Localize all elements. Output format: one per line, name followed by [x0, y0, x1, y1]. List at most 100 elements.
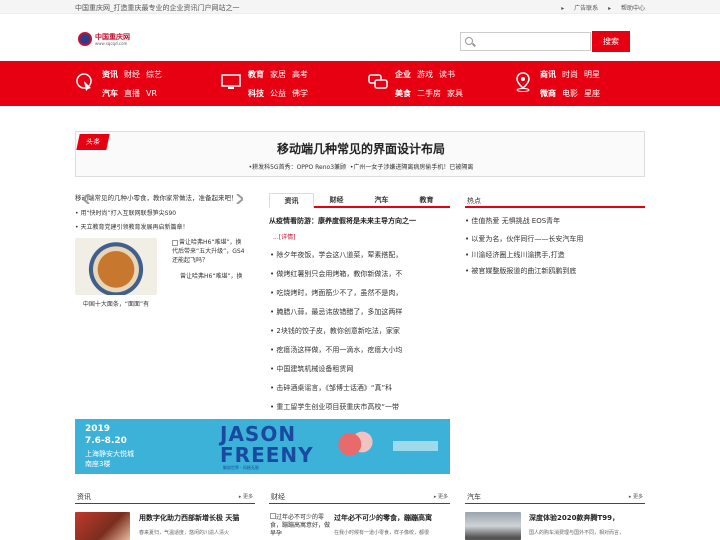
broken-image-caption[interactable]: 曾让哈弗H6“难堪”，换 [180, 271, 243, 280]
nav-link[interactable]: 科技 [248, 89, 264, 98]
hot-item[interactable]: • 佳值热爱 无惧挑战 EOS青年 [465, 216, 560, 226]
top-links: ▸ 广告联系 ▸ 帮助中心 [553, 3, 645, 12]
help-link[interactable]: ▸ 帮助中心 [608, 5, 645, 12]
news-item[interactable]: • 中国建筑机械设备租赁网 [270, 364, 353, 374]
news-item[interactable]: • 重工留学生创业项目获重庆市高校“一带 [270, 402, 399, 412]
section-title: 资讯 [77, 493, 91, 501]
news-item[interactable]: • 腌腊八蒜，最忌讳放错醋了，多加这两样 [270, 307, 402, 317]
section-auto-head[interactable]: 深度体验2020款奔腾T99， [529, 513, 619, 523]
news-item-label: 2块钱的饺子皮，教你创意新吃法，家家 [276, 327, 400, 335]
news-item-label: 疙瘩汤这样做，不用一滴水，疙瘩大小均 [276, 346, 403, 354]
hot-header: 热点 [465, 193, 645, 208]
nav-link[interactable]: 公益 [270, 89, 286, 98]
broken-alt-line: 还能起飞吗？ [172, 257, 209, 264]
nav-link[interactable]: 电影 [562, 89, 578, 98]
nav-link[interactable]: 明星 [584, 70, 600, 79]
section-more-link[interactable]: ▸ 更多 [629, 493, 643, 500]
headline-sub-link[interactable]: •广州一女子涉嫌进隔离病房偷手机！已被隔离 [350, 164, 474, 171]
slide-list-item[interactable]: • 用“快时尚”打入互联网联想笋尖S90 [75, 208, 176, 217]
section-news: 资讯 ▸ 更多 [75, 489, 255, 504]
more-label: 更多 [437, 494, 448, 500]
broken-image-alt[interactable]: 曾让哈弗H6“难堪”，换 代后带来“五大升级”，GS4 还能起飞吗？ [172, 238, 272, 288]
nav-link[interactable]: 直播 [124, 89, 140, 98]
exhibition-ad[interactable]: 2019 7.6-8.20 上海静安大悦城 南座3楼 JASON FREENY … [75, 419, 450, 474]
news-item[interactable]: • 做烤红薯别只会用烤箱，教你新做法，不 [270, 269, 402, 279]
slide-next-icon[interactable] [235, 194, 243, 204]
nav-link[interactable]: 综艺 [146, 70, 162, 79]
cursor-click-icon [76, 73, 92, 91]
section-finance-head[interactable]: 过年必不可少的零食，蹦蹦高寓 [334, 513, 432, 523]
nav-link[interactable]: 家具 [447, 89, 463, 98]
nav-row: 教育 家居 高考 [248, 69, 314, 80]
ad-dates: 7.6-8.20 [85, 436, 127, 446]
search-button[interactable]: 搜索 [592, 31, 630, 52]
more-label: 更多 [632, 494, 643, 500]
news-headline[interactable]: 从疫情看防游：康养度假将是未来主导方向之一 [269, 216, 416, 226]
nav-link[interactable]: 二手房 [417, 89, 441, 98]
slide-list-label: 天立教育党建引领教育发展再启新篇章！ [80, 224, 189, 231]
headline-subs: •耕发科5G首秀：OPPO Reno3兼顾 •广州一女子涉嫌进隔离病房偷手机！已… [76, 162, 646, 171]
news-item[interactable]: • 击碎酒桌谣言，《邹博士话酒》“真”科 [270, 383, 392, 393]
header: 中国重庆网 www.sqcqd.com 搜索 [0, 14, 720, 61]
nav-link[interactable]: 星座 [584, 89, 600, 98]
site-logo[interactable]: 中国重庆网 www.sqcqd.com [78, 32, 136, 48]
nav-link[interactable]: 家居 [270, 70, 286, 79]
hot-item[interactable]: • 被官媒整版报道的曲江新鸥鹏到底 [465, 266, 576, 276]
news-item[interactable]: • 2块钱的饺子皮，教你创意新吃法，家家 [270, 326, 400, 336]
noodle-photo[interactable] [75, 238, 157, 295]
monitor-icon [221, 74, 241, 89]
headline-title[interactable]: 移动端几种常见的界面设计布局 [76, 140, 646, 157]
slide-list-label: 用“快时尚”打入互联网联想笋尖S90 [80, 210, 177, 217]
news-item[interactable]: • 除夕年夜饭，学会这八道菜，荤素搭配， [270, 250, 402, 260]
nav-link[interactable]: 美食 [395, 89, 411, 98]
search-icon [465, 37, 473, 45]
hot-item[interactable]: • 以爱为名，伙伴同行——长安汽车用 [465, 234, 583, 244]
nav-link[interactable]: 微商 [540, 89, 556, 98]
news-item-label: 击碎酒桌谣言，《邹博士话酒》“真”科 [276, 384, 393, 392]
ad-contact-link[interactable]: ▸ 广告联系 [561, 5, 598, 12]
section-news-photo[interactable] [75, 512, 130, 540]
slide-caption[interactable]: 移动端常见的几种小零食，教你家常做法，准备起来吧！ [75, 192, 255, 202]
search-input[interactable] [460, 32, 591, 51]
nav-link[interactable]: 时尚 [562, 70, 578, 79]
slide-prev-icon[interactable] [83, 194, 91, 204]
nav-link[interactable]: VR [146, 89, 157, 98]
nav-link[interactable]: 财经 [124, 70, 140, 79]
section-title: 财经 [271, 493, 285, 501]
tab-news[interactable]: 资讯 [269, 193, 314, 208]
hot-item-label: 佳值热爱 无惧挑战 EOS青年 [471, 217, 561, 225]
nav-link[interactable]: 游戏 [417, 70, 433, 79]
nav-link[interactable]: 读书 [439, 70, 455, 79]
ad-contact-label: 广告联系 [574, 5, 599, 12]
section-news-head[interactable]: 用数字化助力西部新增长极 天猫 [139, 513, 239, 523]
chat-bubbles-icon [368, 74, 388, 89]
nav-link[interactable]: 企业 [395, 70, 411, 79]
nav-row: 企业 游戏 读书 [395, 69, 461, 80]
nav-link[interactable]: 商讯 [540, 70, 556, 79]
nav-link[interactable]: 资讯 [102, 70, 118, 79]
news-item-label: 除夕年夜饭，学会这八道菜，荤素搭配， [276, 251, 403, 259]
slide-list-item[interactable]: • 天立教育党建引领教育发展再启新篇章！ [75, 222, 188, 231]
nav-row: 商讯 时尚 明星 [540, 69, 606, 80]
nav-link[interactable]: 佛学 [292, 89, 308, 98]
nav-link[interactable]: 汽车 [102, 89, 118, 98]
section-more-link[interactable]: ▸ 更多 [239, 493, 253, 500]
nav-link[interactable]: 高考 [292, 70, 308, 79]
noodle-caption[interactable]: 中国十大面条，“面面”有 [75, 299, 157, 308]
tab-finance[interactable]: 财经 [314, 193, 359, 208]
section-auto-photo[interactable] [465, 512, 521, 540]
broken-alt-line: 曾让哈弗H6“难堪”，换 [179, 239, 242, 246]
news-item[interactable]: • 吃烧烤时，烤面筋少不了，虽然不是肉， [270, 288, 402, 298]
hot-item[interactable]: • 川渝经济圈上线川渝携手,打造 [465, 250, 565, 260]
tab-education[interactable]: 教育 [404, 193, 449, 208]
map-pin-icon [516, 72, 530, 92]
section-more-link[interactable]: ▸ 更多 [434, 493, 448, 500]
news-item[interactable]: • 疙瘩汤这样做，不用一滴水，疙瘩大小均 [270, 345, 402, 355]
section-finance-broken-image[interactable]: 过年必不可少的零食，蹦蹦高寓意好，做早孕 [270, 513, 332, 538]
news-more-link[interactable]: ...[详情] [273, 232, 295, 241]
news-item-label: 吃烧烤时，烤面筋少不了，虽然不是肉， [276, 289, 403, 297]
nav-link[interactable]: 教育 [248, 70, 264, 79]
tab-auto[interactable]: 汽车 [359, 193, 404, 208]
category-nav: 资讯 财经 综艺 汽车 直播 VR 教育 家居 高考 科技 公益 佛学 企业 游戏 读书 美食 二手房… [0, 61, 720, 106]
headline-sub-link[interactable]: •耕发科5G首秀：OPPO Reno3兼顾 [249, 164, 346, 171]
